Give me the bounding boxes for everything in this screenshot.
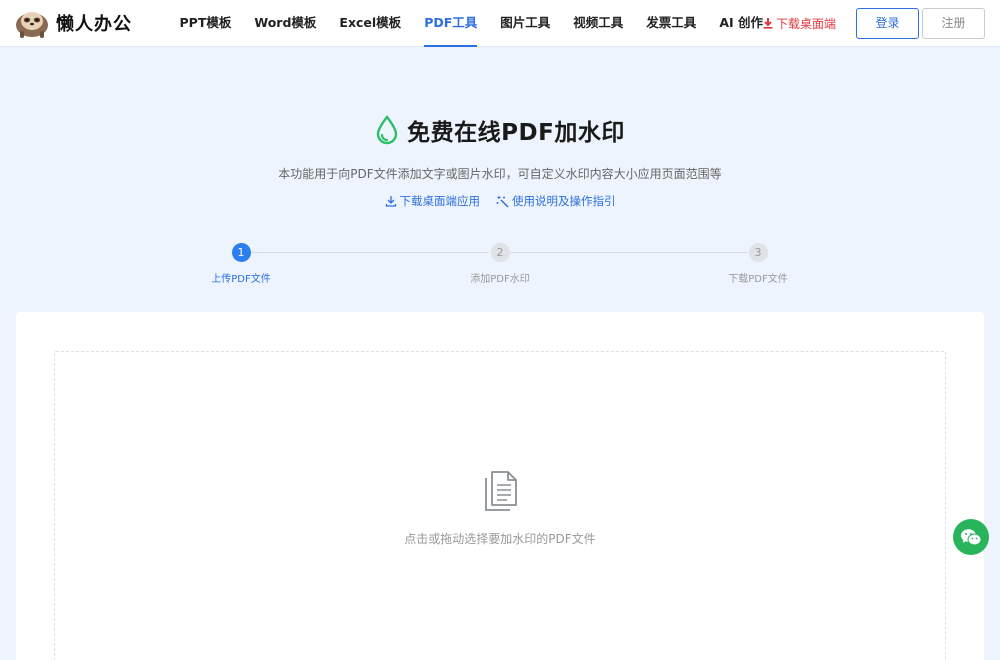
nav-item-image-tools[interactable]: 图片工具 [489,0,562,47]
step-label: 上传PDF文件 [211,274,271,285]
dropzone-prompt: 点击或拖动选择要加水印的PDF文件 [404,532,596,546]
download-desktop-link[interactable]: 下载桌面端 [762,15,836,31]
step-number: 2 [490,243,510,262]
page-description: 本功能用于向PDF文件添加文字或图片水印，可自定义水印内容大小应用页面范围等 [278,167,722,181]
magic-wand-icon [496,195,509,208]
register-button[interactable]: 注册 [922,8,985,39]
step-number: 1 [231,243,251,262]
nav-item-ppt[interactable]: PPT模板 [168,0,243,47]
hero-links: 下载桌面端应用 使用说明及操作指引 [0,193,1000,209]
sloth-logo-icon [16,12,48,38]
main-nav: PPT模板 Word模板 Excel模板 PDF工具 图片工具 视频工具 发票工… [168,0,775,47]
step-add-watermark: 2 添加PDF水印 [440,243,560,285]
download-app-link[interactable]: 下载桌面端应用 [385,193,481,209]
upload-panel: 点击或拖动选择要加水印的PDF文件 [16,312,984,660]
nav-item-excel[interactable]: Excel模板 [328,0,413,47]
step-label: 下载PDF文件 [728,274,788,285]
step-download: 3 下载PDF文件 [698,243,818,285]
step-number: 3 [748,243,768,262]
step-upload: 1 上传PDF文件 [181,243,301,285]
wechat-icon [961,528,982,545]
water-drop-icon [376,115,398,145]
nav-item-video-tools[interactable]: 视频工具 [562,0,635,47]
document-icon [485,471,517,511]
download-app-label: 下载桌面端应用 [399,194,481,208]
guide-link[interactable]: 使用说明及操作指引 [496,193,616,209]
brand-logo[interactable]: 懒人办公 [14,7,132,39]
file-dropzone[interactable]: 点击或拖动选择要加水印的PDF文件 [54,351,946,660]
guide-label: 使用说明及操作指引 [512,194,616,208]
hero-title: 免费在线PDF加水印 [0,112,1000,148]
download-icon [763,18,773,29]
download-icon [385,196,396,207]
login-button[interactable]: 登录 [856,8,919,39]
progress-steps: 1 上传PDF文件 2 添加PDF水印 3 下载PDF文件 [0,240,1000,286]
step-label: 添加PDF水印 [470,274,530,285]
page-title: 免费在线PDF加水印 [407,120,625,146]
download-desktop-label: 下载桌面端 [776,16,837,31]
nav-item-word[interactable]: Word模板 [243,0,328,47]
nav-item-invoice-tools[interactable]: 发票工具 [635,0,708,47]
top-header: 懒人办公 PPT模板 Word模板 Excel模板 PDF工具 图片工具 视频工… [0,0,1000,47]
nav-item-pdf-tools[interactable]: PDF工具 [413,0,489,47]
brand-name: 懒人办公 [56,14,132,35]
wechat-float-button[interactable] [953,519,989,555]
